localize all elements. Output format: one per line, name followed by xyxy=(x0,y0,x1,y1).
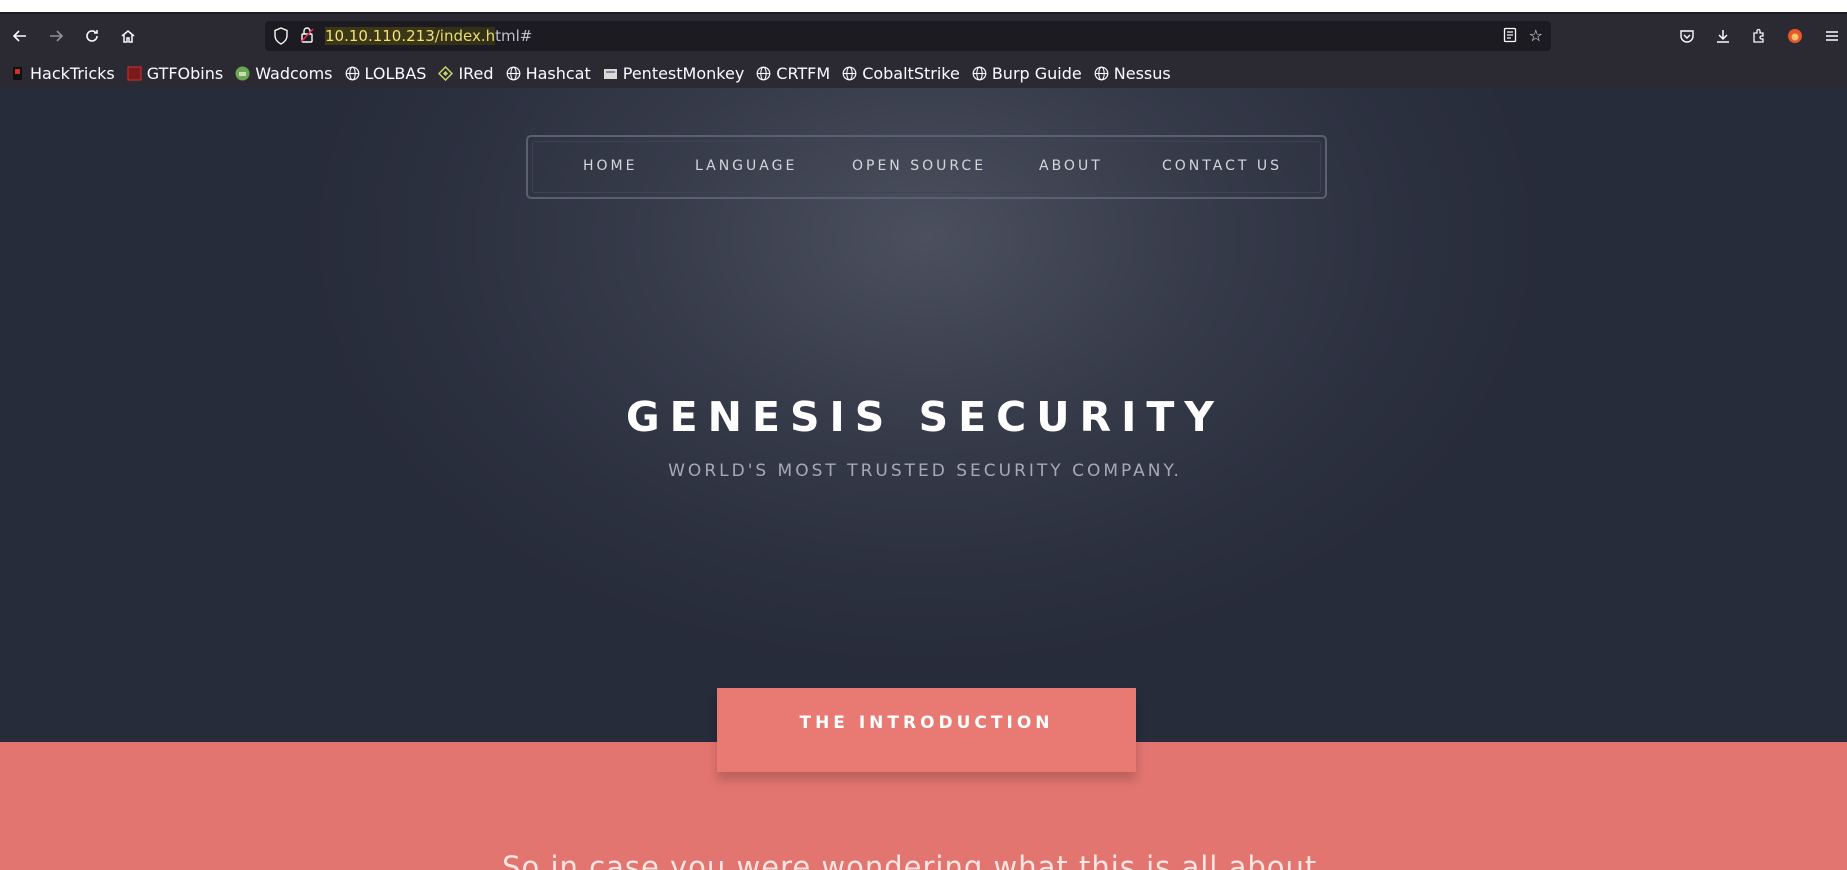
reload-button[interactable] xyxy=(78,22,106,50)
url-text[interactable]: 10.10.110.213/index.html# xyxy=(325,27,532,45)
gtfobins-icon xyxy=(127,66,142,81)
main-nav: HOME LANGUAGE OPEN SOURCE ABOUT CONTACT … xyxy=(526,135,1327,199)
globe-icon xyxy=(972,66,987,81)
hamburger-menu-icon xyxy=(1826,31,1838,41)
bookmark-star-icon[interactable]: ☆ xyxy=(1529,26,1543,45)
url-host: 10.10.110.213 xyxy=(325,27,435,45)
bookmark-hacktricks[interactable]: HackTricks xyxy=(10,64,115,83)
nav-open-source[interactable]: OPEN SOURCE xyxy=(852,158,986,174)
pocket-button[interactable] xyxy=(1673,22,1701,50)
bookmark-pentestmonkey[interactable]: PentestMonkey xyxy=(603,63,745,83)
puzzle-icon xyxy=(1753,28,1764,43)
bookmark-hashcat[interactable]: Hashcat xyxy=(506,64,591,83)
reload-icon xyxy=(86,30,98,42)
hero-title: GENESIS SECURITY xyxy=(626,393,1224,441)
home-icon xyxy=(121,30,135,43)
forward-button[interactable] xyxy=(42,22,70,50)
bookmark-label: Burp Guide xyxy=(991,63,1082,83)
bookmark-label: PentestMonkey xyxy=(622,63,745,83)
bookmark-gtfobins[interactable]: GTFObins xyxy=(127,64,223,83)
globe-icon xyxy=(506,66,521,81)
back-button[interactable] xyxy=(6,22,34,50)
download-icon xyxy=(1717,30,1729,43)
home-button[interactable] xyxy=(114,22,142,50)
bookmark-cobaltstrike[interactable]: CobaltStrike xyxy=(842,64,960,83)
url-bar[interactable]: 10.10.110.213/index.html# ☆ xyxy=(265,21,1551,51)
bookmark-label: IRed xyxy=(458,63,494,83)
bookmark-lolbas[interactable]: LOLBAS xyxy=(345,63,427,83)
wadcoms-icon xyxy=(235,66,250,81)
globe-icon xyxy=(842,66,857,81)
globe-icon xyxy=(345,66,360,81)
bookmark-label: CobaltStrike xyxy=(862,63,960,83)
insecure-lock-icon[interactable] xyxy=(299,26,315,48)
url-fragment: tml# xyxy=(495,27,533,45)
url-path: /index.h xyxy=(434,27,496,45)
nav-contact-us[interactable]: CONTACT US xyxy=(1162,158,1282,174)
bookmark-label: LOLBAS xyxy=(364,63,427,83)
bookmark-crtfm[interactable]: CRTFM xyxy=(756,64,830,83)
globe-icon xyxy=(1094,66,1109,81)
nav-home[interactable]: HOME xyxy=(583,158,637,174)
intro-tab-label: THE INTRODUCTION xyxy=(799,713,1054,733)
downloads-button[interactable] xyxy=(1709,22,1737,50)
extensions-button[interactable] xyxy=(1745,22,1773,50)
bookmark-label: Nessus xyxy=(1113,63,1171,83)
bookmark-ired[interactable]: IRed xyxy=(438,63,494,83)
reader-view-icon[interactable] xyxy=(1503,27,1517,47)
hacktricks-icon xyxy=(10,66,25,81)
bookmark-nessus[interactable]: Nessus xyxy=(1094,64,1171,83)
bookmark-label: Hashcat xyxy=(525,63,591,83)
bookmark-label: HackTricks xyxy=(30,63,115,83)
browser-toolbar: 10.10.110.213/index.html# ☆ xyxy=(0,14,1847,58)
back-arrow-icon xyxy=(12,30,26,42)
bookmarks-bar: HackTricks GTFObins Wadcoms LOLBAS IRed … xyxy=(0,58,1847,88)
bookmark-burp-guide[interactable]: Burp Guide xyxy=(972,64,1082,83)
page-content: HOME LANGUAGE OPEN SOURCE ABOUT CONTACT … xyxy=(0,88,1847,870)
nav-about[interactable]: ABOUT xyxy=(1039,158,1103,174)
pocket-icon xyxy=(1680,30,1694,43)
ired-icon xyxy=(438,65,454,81)
globe-icon xyxy=(756,66,771,81)
window-top-edge xyxy=(0,0,1847,14)
foxyproxy-button[interactable] xyxy=(1781,22,1809,50)
menu-button[interactable] xyxy=(1818,22,1846,50)
bookmark-label: CRTFM xyxy=(776,63,831,83)
forward-arrow-icon xyxy=(50,30,64,42)
bookmark-wadcoms[interactable]: Wadcoms xyxy=(235,63,333,83)
nav-language[interactable]: LANGUAGE xyxy=(695,158,797,174)
intro-tab[interactable]: THE INTRODUCTION xyxy=(717,688,1136,772)
tracking-shield-icon[interactable] xyxy=(273,27,289,49)
intro-text: So in case you were wondering what this … xyxy=(502,850,1348,870)
hero-subtitle: WORLD'S MOST TRUSTED SECURITY COMPANY. xyxy=(668,461,1182,481)
foxyproxy-icon xyxy=(1788,29,1802,43)
pentestmonkey-icon xyxy=(603,66,618,81)
bookmark-label: Wadcoms xyxy=(255,63,333,83)
bookmark-label: GTFObins xyxy=(146,63,224,83)
